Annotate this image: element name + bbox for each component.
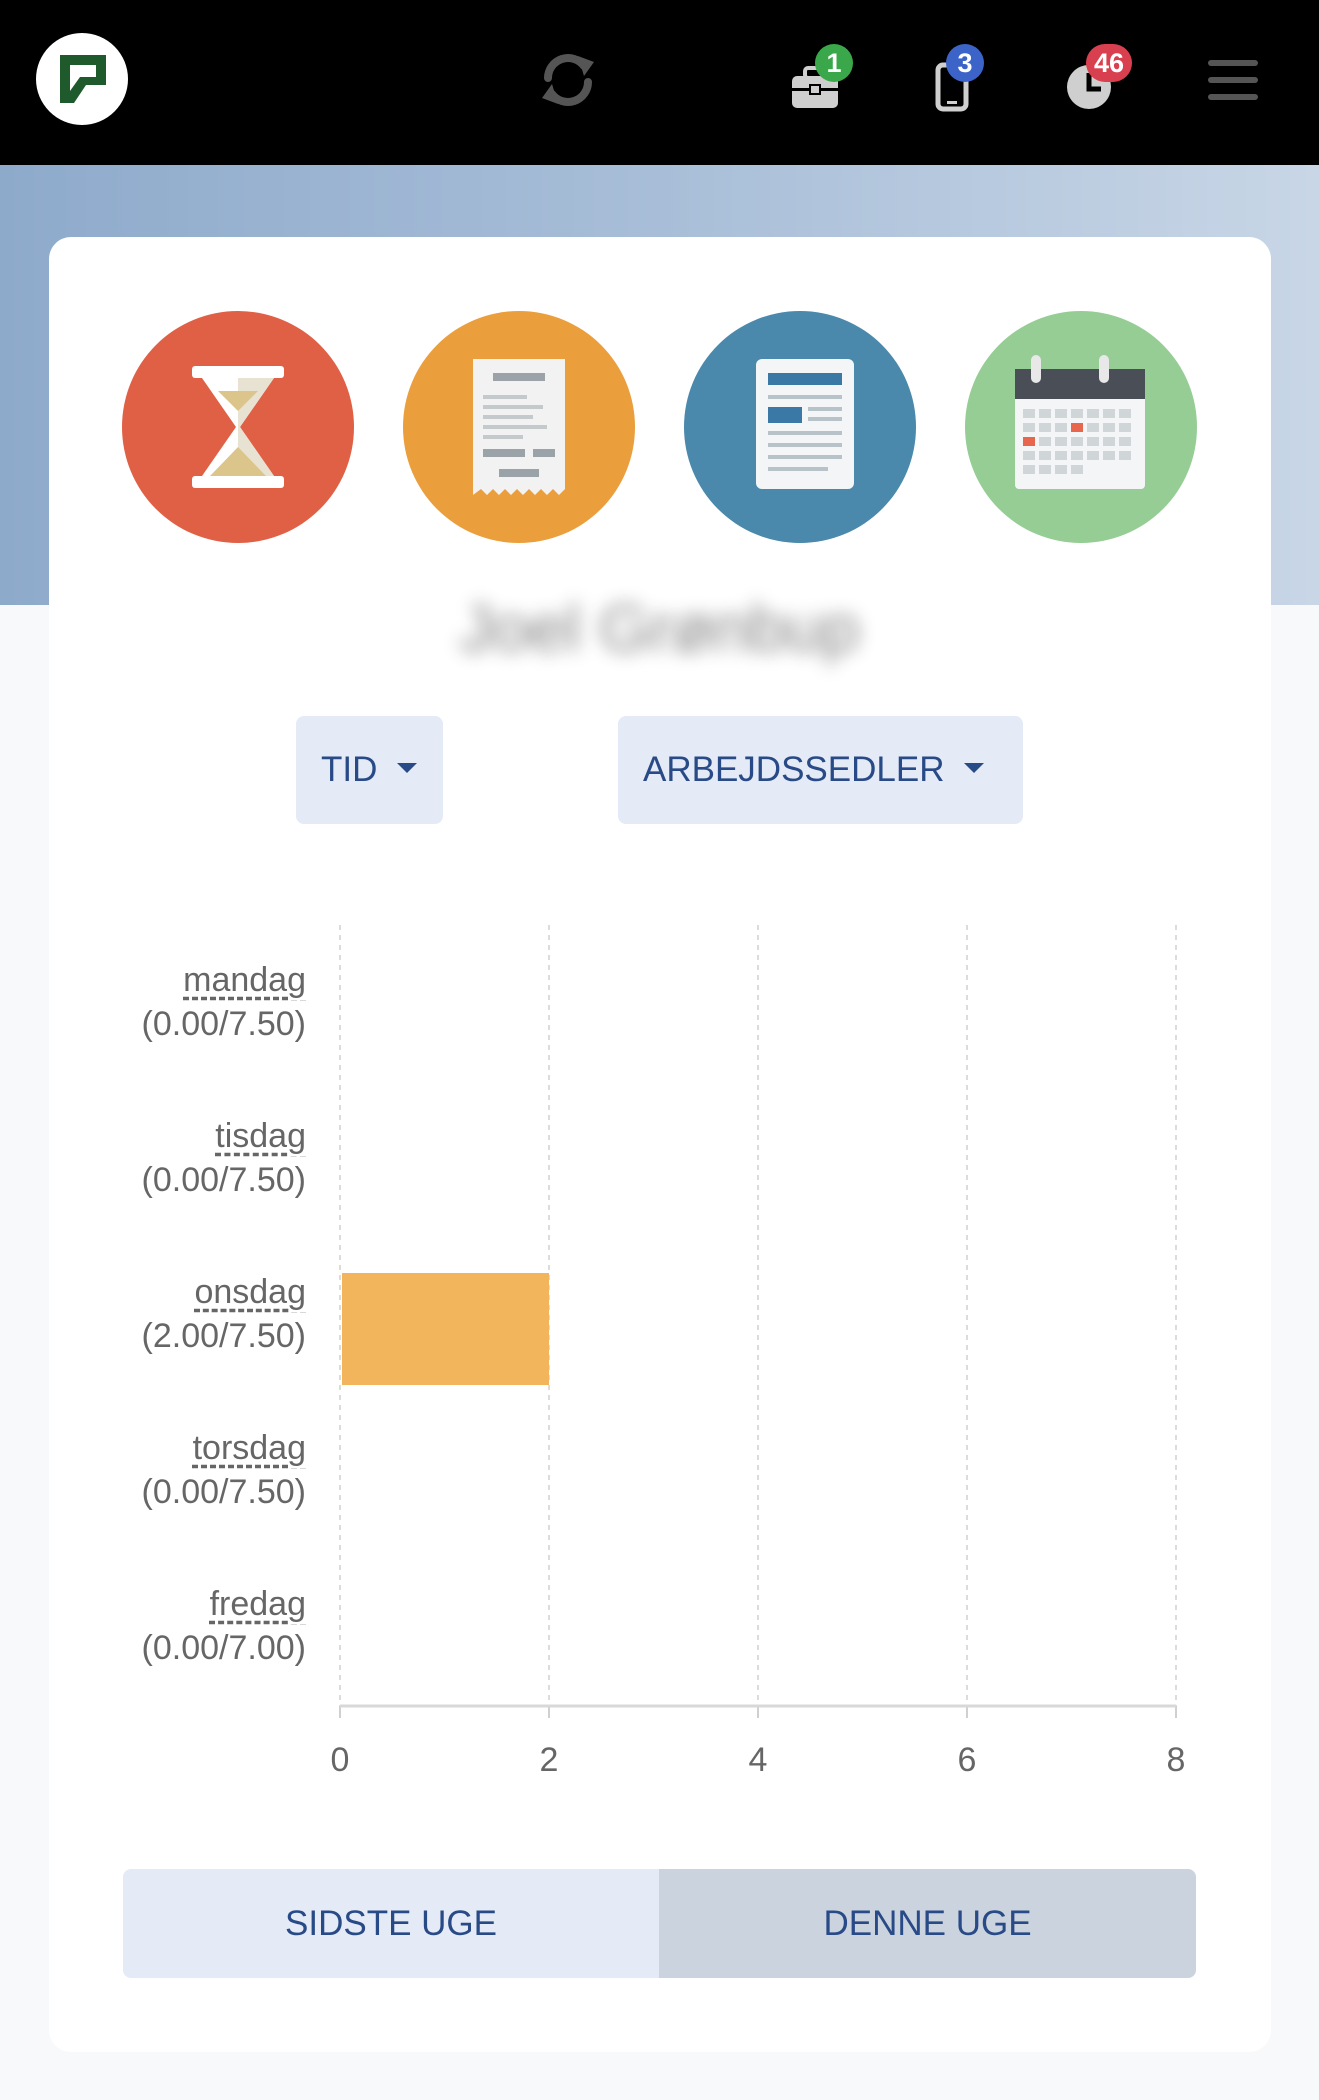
- chart-day-name: tisdag: [215, 1117, 306, 1155]
- chart-day-hours: (0.00/7.00): [141, 1629, 306, 1667]
- chart-day-hours: (0.00/7.50): [141, 1161, 306, 1199]
- chart-y-label-onsdag: onsdag (2.00/7.50): [142, 1270, 306, 1358]
- weekly-hours-chart: [339, 925, 1177, 1718]
- chart-day-hours: (0.00/7.50): [141, 1005, 306, 1043]
- chart-x-tick-label: 0: [330, 1741, 350, 1779]
- chart-y-label-torsdag: torsdag (0.00/7.50): [142, 1426, 306, 1514]
- last-week-button[interactable]: SIDSTE UGE: [123, 1869, 659, 1978]
- chart-y-label-tisdag: tisdag (0.00/7.50): [142, 1114, 306, 1202]
- chart-x-tick-label: 2: [539, 1741, 559, 1779]
- chart-day-hours: (2.00/7.50): [141, 1317, 306, 1355]
- chart-x-tick-label: 8: [1166, 1741, 1186, 1779]
- chart-day-name: fredag: [209, 1585, 306, 1623]
- chart-day-name: torsdag: [192, 1429, 306, 1467]
- this-week-button[interactable]: DENNE UGE: [659, 1869, 1196, 1978]
- chart-bar-onsdag[interactable]: [342, 1273, 549, 1385]
- chart-x-tick-label: 4: [748, 1741, 768, 1779]
- chart-y-label-fredag: fredag (0.00/7.00): [142, 1582, 306, 1670]
- chart-day-hours: (0.00/7.50): [141, 1473, 306, 1511]
- chart-y-label-mandag: mandag (0.00/7.50): [142, 958, 306, 1046]
- chart-day-name: onsdag: [194, 1273, 306, 1311]
- chart-day-name: mandag: [183, 961, 306, 999]
- chart-x-tick-label: 6: [957, 1741, 977, 1779]
